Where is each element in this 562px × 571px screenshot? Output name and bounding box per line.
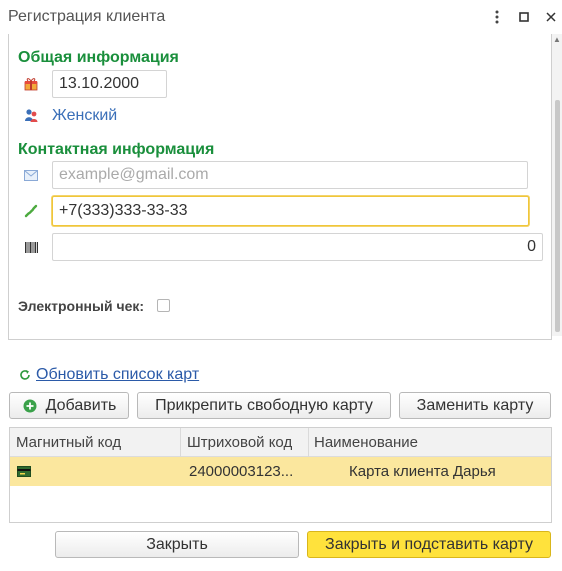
column-header-barcode[interactable]: Штриховой код (187, 428, 292, 457)
barcode-icon (23, 239, 39, 255)
phone-handset-icon (23, 203, 39, 219)
more-vert-icon[interactable] (486, 6, 508, 28)
close-icon[interactable] (540, 6, 562, 28)
refresh-cards-link[interactable]: Обновить список карт (36, 366, 199, 384)
general-info-heading: Общая информация (18, 49, 179, 66)
plus-circle-icon (22, 398, 38, 414)
email-input[interactable]: example@gmail.com (52, 161, 528, 189)
card-type-icon (16, 464, 32, 480)
column-header-name[interactable]: Наименование (314, 428, 418, 457)
email-envelope-icon (23, 167, 39, 183)
cell-barcode: 24000003123... (189, 463, 294, 480)
e-receipt-checkbox[interactable] (157, 299, 170, 312)
close-and-set-card-button[interactable]: Закрыть и подставить карту (307, 531, 551, 558)
column-header-magnetic-code[interactable]: Магнитный код (16, 428, 121, 457)
column-divider (180, 428, 181, 457)
cell-card-name: Карта клиента Дарья (349, 463, 496, 480)
column-divider (308, 428, 309, 457)
close-button[interactable]: Закрыть (55, 531, 299, 558)
add-card-label: Добавить (45, 396, 117, 414)
e-receipt-label: Электронный чек: (18, 298, 145, 314)
contact-info-heading: Контактная информация (18, 141, 215, 158)
gift-icon (23, 76, 39, 92)
window-title: Регистрация клиента (8, 8, 166, 25)
refresh-icon[interactable] (17, 367, 33, 383)
scrollbar-thumb[interactable] (555, 100, 560, 332)
attach-free-card-button[interactable]: Прикрепить свободную карту (137, 392, 391, 419)
scroll-up-arrow-icon[interactable]: ▲ (552, 34, 562, 46)
phone-input[interactable]: +7(333)333-33-33 (52, 196, 529, 226)
maximize-icon[interactable] (513, 6, 535, 28)
barcode-input[interactable]: 0 (52, 233, 543, 261)
birth-date-field[interactable]: 13.10.2000 (52, 70, 167, 98)
add-card-button[interactable]: Добавить (9, 392, 129, 419)
replace-card-button[interactable]: Заменить карту (399, 392, 551, 419)
gender-person-icon (23, 107, 39, 123)
gender-link[interactable]: Женский (52, 107, 117, 125)
